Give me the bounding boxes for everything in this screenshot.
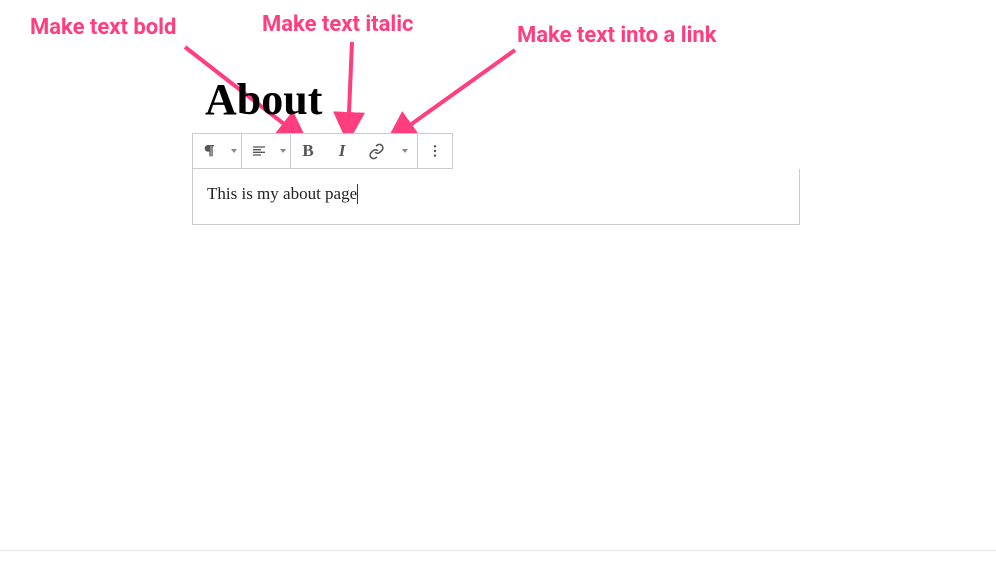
more-vertical-icon <box>427 143 443 159</box>
align-dropdown[interactable] <box>276 134 290 168</box>
chevron-down-icon <box>280 149 286 153</box>
paragraph-dropdown[interactable] <box>227 134 241 168</box>
chevron-down-icon <box>402 149 408 153</box>
paragraph-button[interactable] <box>193 134 227 168</box>
align-button[interactable] <box>242 134 276 168</box>
footer-divider <box>0 550 996 551</box>
editor-content-area[interactable]: This is my about page <box>192 169 800 225</box>
annotation-arrows <box>0 0 996 561</box>
annotation-bold-label: Make text bold <box>30 15 176 40</box>
link-dropdown[interactable] <box>393 134 417 168</box>
align-left-icon <box>251 143 267 159</box>
chevron-down-icon <box>231 149 237 153</box>
italic-button[interactable]: I <box>325 134 359 168</box>
italic-icon: I <box>339 141 346 161</box>
page-title: About <box>205 74 322 125</box>
annotation-italic-label: Make text italic <box>262 12 414 37</box>
link-button[interactable] <box>359 134 393 168</box>
more-options-button[interactable] <box>418 134 452 168</box>
bold-icon: B <box>302 141 313 161</box>
text-cursor <box>357 184 358 204</box>
link-icon <box>368 143 385 160</box>
editor-text: This is my about page <box>207 184 357 204</box>
pilcrow-icon <box>202 143 218 159</box>
annotation-link-label: Make text into a link <box>517 23 717 48</box>
bold-button[interactable]: B <box>291 134 325 168</box>
editor-toolbar: B I <box>192 133 453 169</box>
